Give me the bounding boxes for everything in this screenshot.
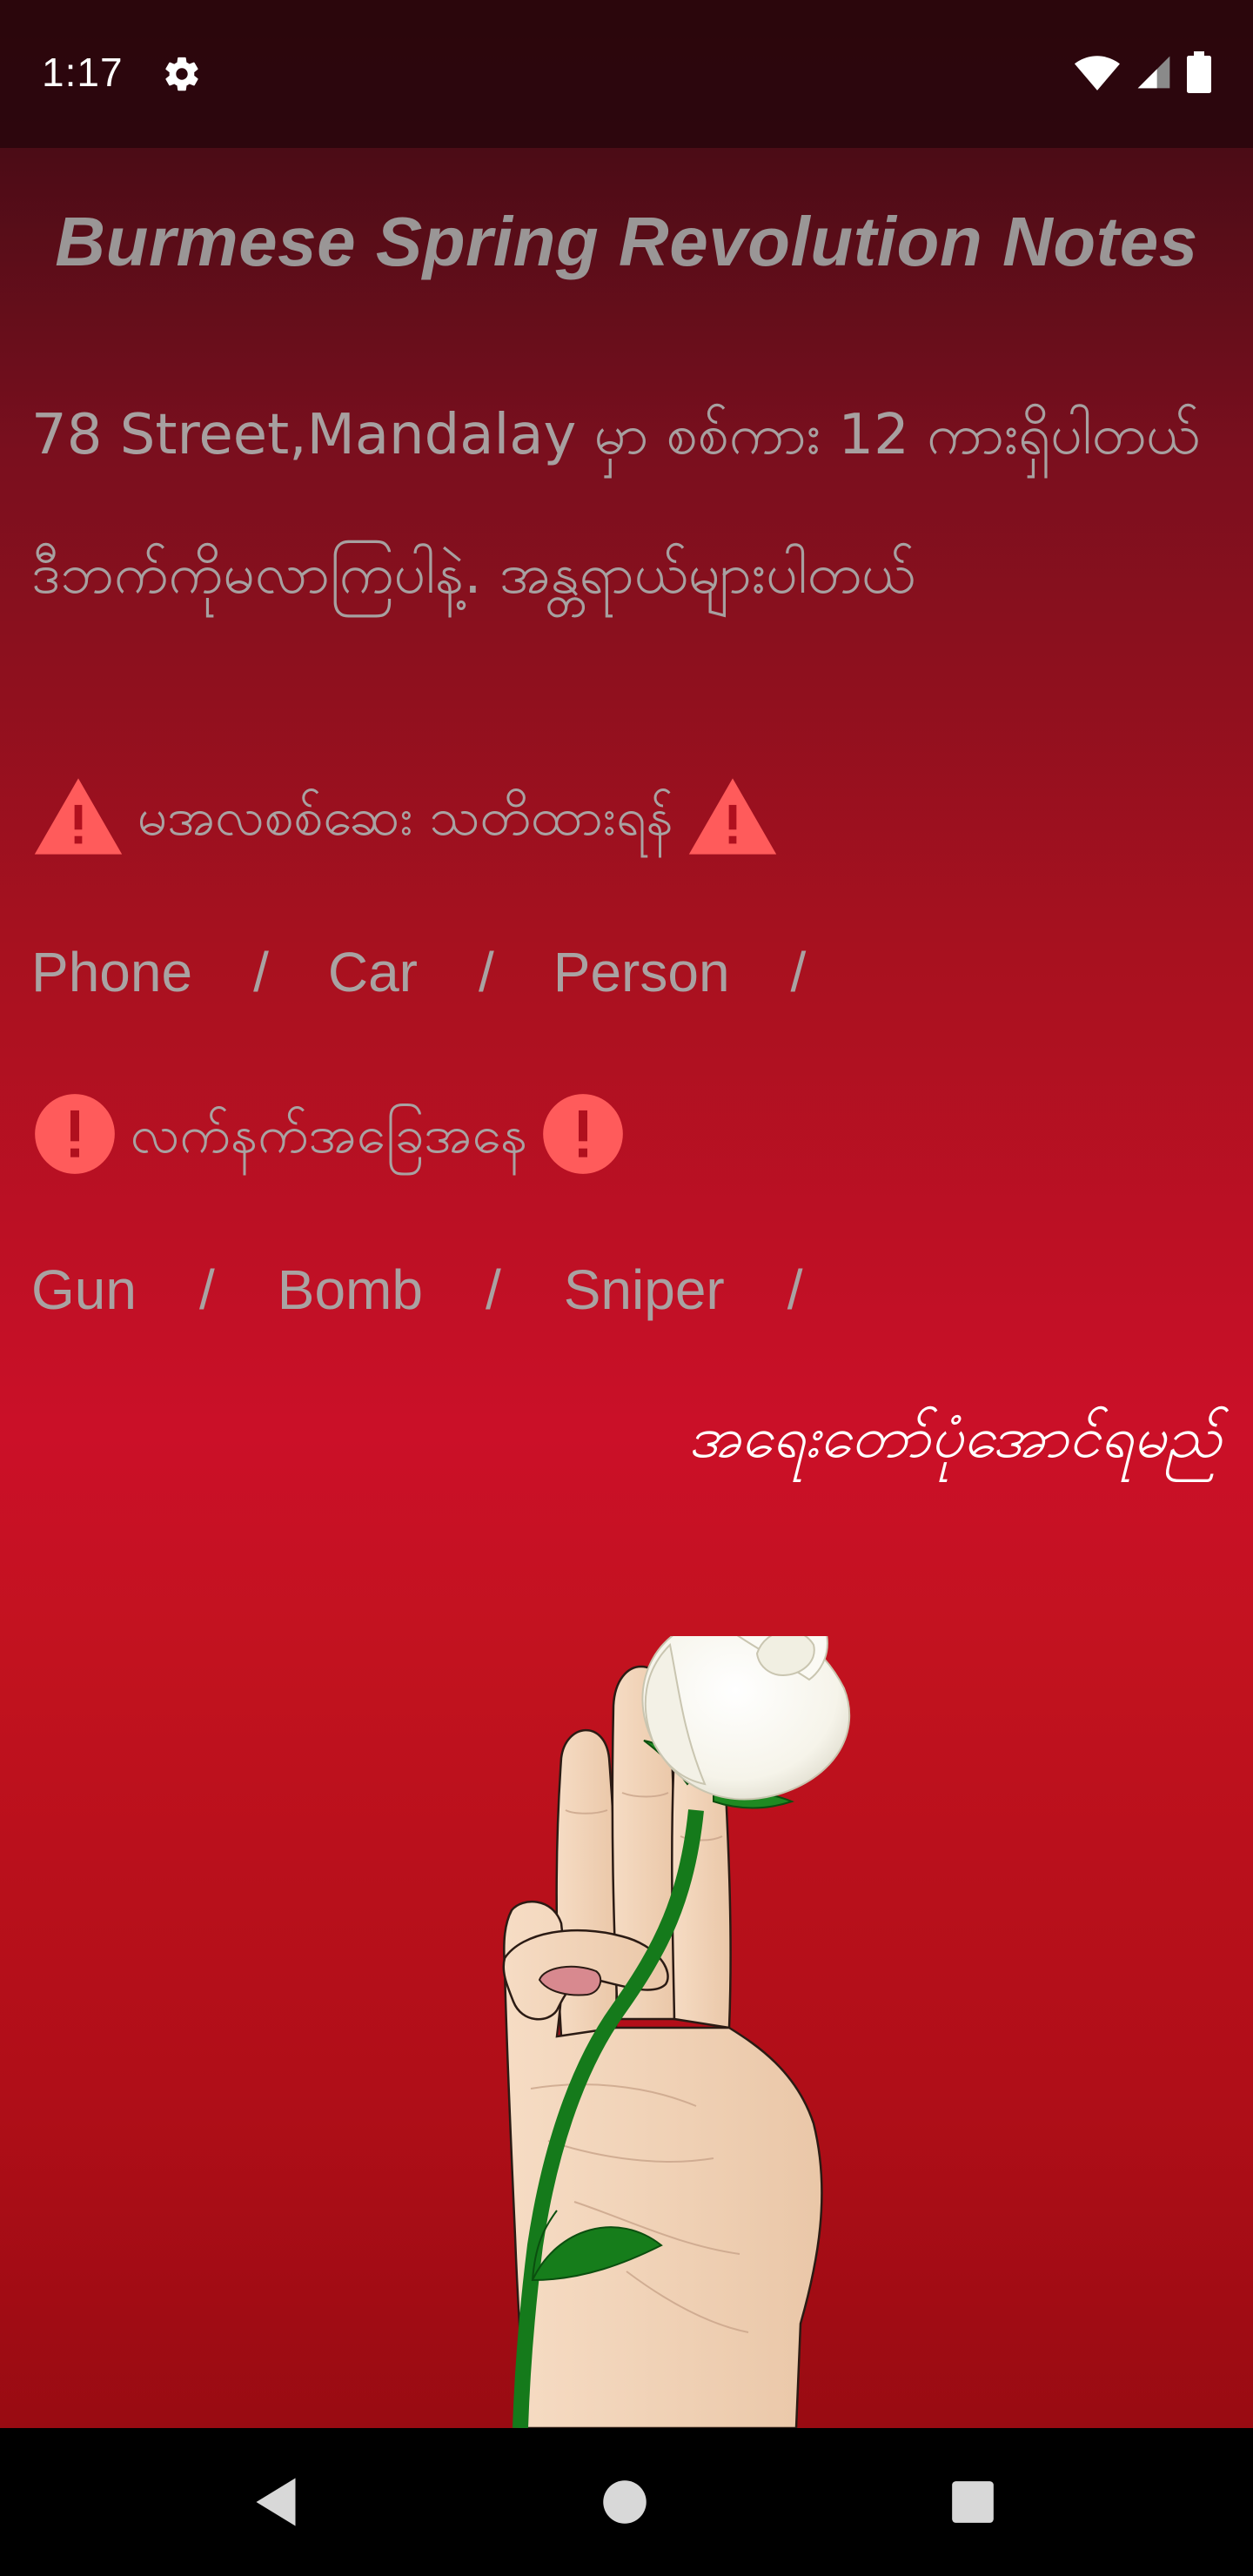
tag-bomb[interactable]: Bomb /	[278, 1258, 564, 1322]
warning-triangle-icon	[686, 775, 780, 871]
tag-label: Person	[553, 941, 730, 1003]
alert-circle-icon	[31, 1090, 118, 1191]
navigation-bar	[0, 2428, 1253, 2576]
warning-triangle-icon	[31, 775, 125, 871]
recents-square-icon[interactable]	[942, 2472, 1003, 2532]
cell-signal-icon	[1135, 53, 1173, 95]
tag-phone[interactable]: Phone /	[31, 940, 328, 1004]
location-note: 78 Street,Mandalay မှာ စစ်ကား 12 ကားရှိပ…	[31, 403, 1201, 607]
home-circle-icon[interactable]	[594, 2472, 655, 2532]
tag-separator: /	[485, 1258, 501, 1321]
status-bar: 1:17	[0, 0, 1253, 148]
tag-person[interactable]: Person /	[553, 940, 866, 1004]
status-icons	[1074, 51, 1211, 97]
tag-separator: /	[787, 1258, 803, 1321]
back-triangle-icon[interactable]	[245, 2472, 306, 2532]
status-time: 1:17	[42, 50, 124, 95]
tag-separator: /	[253, 941, 269, 1003]
warning-heading: မအလစစ်ဆေး သတိထားရန်	[137, 787, 673, 848]
tag-label: Phone	[31, 941, 193, 1003]
alert-circle-icon	[539, 1090, 626, 1191]
tag-separator: /	[478, 941, 494, 1003]
hazard-tags: Phone / Car / Person /	[31, 940, 865, 1004]
tag-car[interactable]: Car /	[328, 940, 553, 1004]
tag-sniper[interactable]: Sniper /	[564, 1258, 866, 1322]
warning-heading-row: မအလစစ်ဆေး သတိထားရန်	[31, 775, 780, 870]
weapon-tags: Gun / Bomb / Sniper /	[31, 1258, 866, 1322]
app-title: Burmese Spring Revolution Notes	[55, 203, 1198, 280]
tag-label: Sniper	[563, 1258, 725, 1321]
slogan: အရေးတော်ပုံအောင်ရမည်	[688, 1404, 1222, 1471]
weapon-status-heading: လက်နက်အခြေအနေ	[131, 1104, 528, 1165]
wifi-icon	[1074, 53, 1121, 95]
tag-separator: /	[198, 1258, 215, 1321]
tag-gun[interactable]: Gun /	[31, 1258, 278, 1322]
tag-label: Car	[327, 941, 418, 1003]
tag-separator: /	[790, 941, 807, 1003]
battery-icon	[1187, 51, 1211, 97]
tag-label: Bomb	[277, 1258, 423, 1321]
three-finger-salute-illustration	[452, 1589, 1062, 2430]
weapon-status-heading-row: လက်နက်အခြေအနေ	[31, 1092, 626, 1188]
gear-icon	[162, 54, 202, 94]
tag-label: Gun	[31, 1258, 137, 1321]
